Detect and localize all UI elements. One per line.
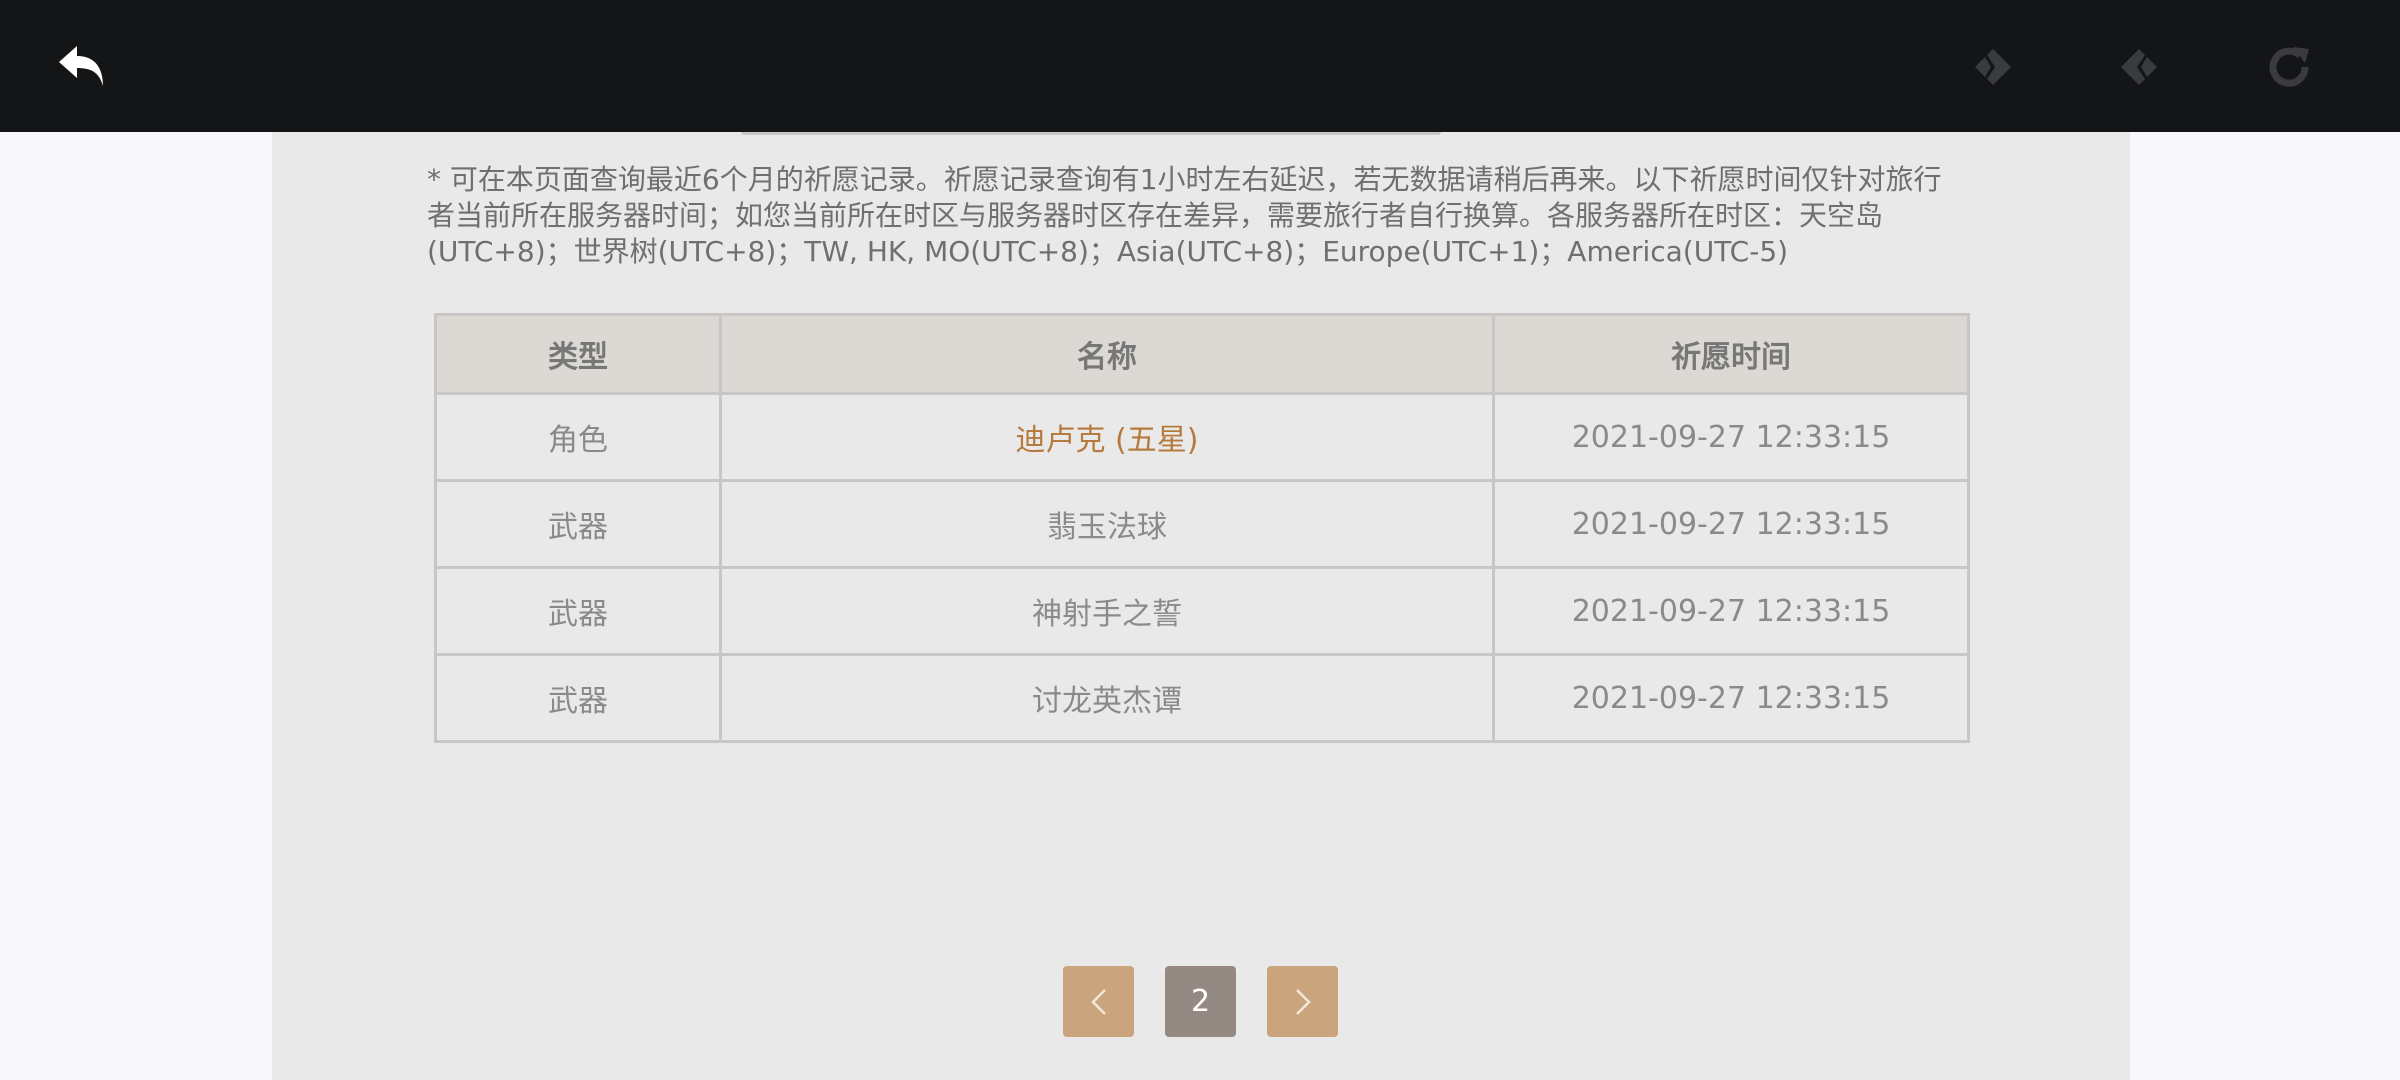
- chevron-left-icon: [1090, 988, 1106, 1015]
- history-back-button[interactable]: [1962, 36, 2024, 98]
- prev-diamond-icon: [1975, 49, 2011, 85]
- cell-type: 武器: [434, 566, 722, 656]
- cell-time: 2021-09-27 12:33:15: [1492, 653, 1970, 743]
- prev-page-button[interactable]: [1063, 966, 1134, 1037]
- cell-time: 2021-09-27 12:33:15: [1492, 479, 1970, 569]
- cell-type: 武器: [434, 653, 722, 743]
- table-header-row: 类型 名称 祈愿时间: [434, 313, 1970, 395]
- panel-divider: [741, 132, 1441, 135]
- wish-history-notice: * 可在本页面查询最近6个月的祈愿记录。祈愿记录查询有1小时左右延迟，若无数据请…: [427, 163, 1942, 268]
- next-diamond-icon: [2121, 49, 2157, 85]
- header-time: 祈愿时间: [1492, 313, 1970, 395]
- back-arrow-icon: [59, 46, 103, 86]
- table-row: 武器 神射手之誓 2021-09-27 12:33:15: [434, 566, 1970, 656]
- header-name: 名称: [719, 313, 1495, 395]
- cell-time: 2021-09-27 12:33:15: [1492, 566, 1970, 656]
- cell-name: 翡玉法球: [719, 479, 1495, 569]
- cell-type: 角色: [434, 392, 722, 482]
- next-page-button[interactable]: [1267, 966, 1338, 1037]
- wish-records-table: 类型 名称 祈愿时间 角色 迪卢克 (五星) 2021-09-27 12:33:…: [434, 313, 1970, 743]
- reload-button[interactable]: [2258, 36, 2320, 98]
- cell-name: 讨龙英杰谭: [719, 653, 1495, 743]
- table-row: 武器 讨龙英杰谭 2021-09-27 12:33:15: [434, 653, 1970, 743]
- chevron-right-icon: [1295, 988, 1311, 1015]
- cell-name: 神射手之誓: [719, 566, 1495, 656]
- back-button[interactable]: [52, 36, 114, 98]
- header-type: 类型: [434, 313, 722, 395]
- table-row: 武器 翡玉法球 2021-09-27 12:33:15: [434, 479, 1970, 569]
- reload-icon: [2269, 47, 2309, 87]
- table-row: 角色 迪卢克 (五星) 2021-09-27 12:33:15: [434, 392, 1970, 482]
- cell-type: 武器: [434, 479, 722, 569]
- history-forward-button[interactable]: [2108, 36, 2170, 98]
- cell-name: 迪卢克 (五星): [719, 392, 1495, 482]
- top-toolbar: [0, 0, 2400, 132]
- cell-time: 2021-09-27 12:33:15: [1492, 392, 1970, 482]
- current-page-indicator[interactable]: 2: [1165, 966, 1236, 1037]
